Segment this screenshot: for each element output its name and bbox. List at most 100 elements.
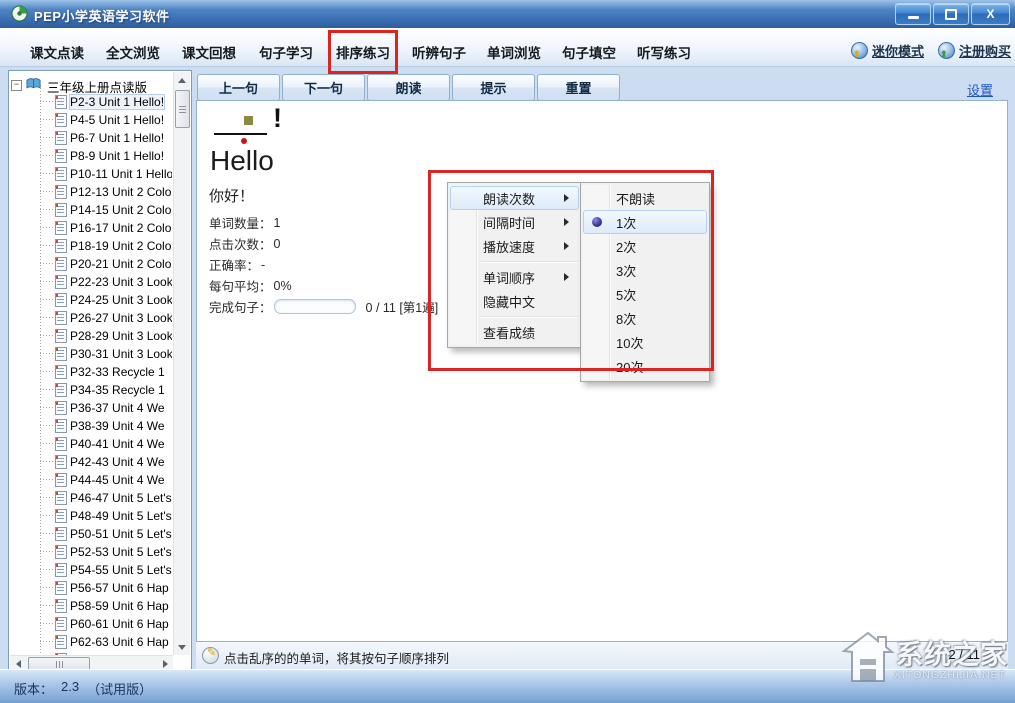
tree-stub-line: [40, 479, 53, 480]
stats-panel: 单词数量：1点击次数：0正确率：-每句平均：0%完成句子：0 / 11 [第1遍…: [209, 212, 438, 317]
sidebar-tree: − 三年级上册点读版 P2-3 Unit 1 Hello!P4-5 Unit 1…: [8, 70, 192, 674]
context-menu-item[interactable]: 朗读次数: [450, 186, 579, 210]
document-icon: [55, 509, 67, 523]
settings-link[interactable]: 设置: [967, 80, 993, 99]
sentence-punctuation: !: [273, 103, 282, 134]
version-label: 版本：: [14, 679, 53, 698]
tree-item[interactable]: P24-25 Unit 3 Look: [9, 291, 172, 308]
tree-item[interactable]: P56-57 Unit 6 Hap: [9, 579, 172, 596]
word-placeholder-square-icon[interactable]: [244, 116, 253, 125]
menu-right-item-1[interactable]: ⬆迷你模式: [851, 41, 924, 60]
tree-item[interactable]: P34-35 Recycle 1: [9, 381, 172, 398]
toolbar-button-4[interactable]: 提示: [452, 74, 535, 101]
context-menu-item[interactable]: 播放速度: [450, 234, 579, 258]
menu-right-item-2[interactable]: ⬆注册购买: [938, 41, 1011, 60]
tree-item[interactable]: P26-27 Unit 3 Look: [9, 309, 172, 326]
tree-stub-line: [40, 101, 53, 102]
tree-item[interactable]: P40-41 Unit 4 We: [9, 435, 172, 452]
scroll-up-button[interactable]: [174, 72, 190, 88]
tree-item[interactable]: P42-43 Unit 4 We: [9, 453, 172, 470]
document-icon: [55, 149, 67, 163]
stat-value: 1: [274, 216, 281, 230]
tree-item[interactable]: P50-51 Unit 5 Let's: [9, 525, 172, 542]
tree-item[interactable]: P10-11 Unit 1 Hello: [9, 165, 172, 182]
context-submenu-item[interactable]: 3次: [583, 258, 707, 282]
tree-stub-line: [40, 425, 53, 426]
context-submenu-item[interactable]: 10次: [583, 330, 707, 354]
context-menu-item[interactable]: 隐藏中文: [450, 289, 579, 313]
tree-item[interactable]: P2-3 Unit 1 Hello!: [9, 93, 172, 110]
tree-item-label: P16-17 Unit 2 Colo: [70, 221, 171, 235]
tree-item[interactable]: P44-45 Unit 4 We: [9, 471, 172, 488]
menu-item-5[interactable]: 排序练习: [336, 42, 390, 62]
translation-text: 你好！: [209, 185, 254, 206]
menu-item-1[interactable]: 课文点读: [30, 42, 84, 62]
context-submenu-item[interactable]: 20次: [583, 354, 707, 378]
tree-item[interactable]: P22-23 Unit 3 Look: [9, 273, 172, 290]
context-menu-item[interactable]: 单词顺序: [450, 265, 579, 289]
tree-item[interactable]: P32-33 Recycle 1: [9, 363, 172, 380]
status-bar: 点击乱序的的单词，将其按句子顺序排列 2 / 11: [196, 642, 1008, 670]
tree-item[interactable]: P30-31 Unit 3 Look: [9, 345, 172, 362]
tree-item-label: P12-13 Unit 2 Colo: [70, 185, 171, 199]
scroll-down-button[interactable]: [174, 639, 190, 655]
context-submenu-item[interactable]: 2次: [583, 234, 707, 258]
menu-right-label: 迷你模式: [872, 41, 924, 60]
tree-vertical-scrollbar[interactable]: [173, 72, 190, 655]
minimize-button[interactable]: [895, 3, 931, 25]
context-menu-item[interactable]: 间隔时间: [450, 210, 579, 234]
stat-row: 完成句子：0 / 11 [第1遍]: [209, 296, 438, 317]
close-button[interactable]: X: [971, 3, 1010, 25]
tree-item[interactable]: P36-37 Unit 4 We: [9, 399, 172, 416]
tree-item[interactable]: P58-59 Unit 6 Hap: [9, 597, 172, 614]
tree-item[interactable]: P38-39 Unit 4 We: [9, 417, 172, 434]
context-menu-item[interactable]: 查看成绩: [450, 320, 579, 344]
tree-stub-line: [40, 155, 53, 156]
tree-item[interactable]: P46-47 Unit 5 Let's: [9, 489, 172, 506]
menu-item-2[interactable]: 全文浏览: [106, 42, 160, 62]
tree-item[interactable]: P14-15 Unit 2 Colo: [9, 201, 172, 218]
tree-item-label: P36-37 Unit 4 We: [70, 401, 165, 415]
menu-item-6[interactable]: 听辨句子: [412, 42, 466, 62]
tree-item[interactable]: P18-19 Unit 2 Colo: [9, 237, 172, 254]
tree-item[interactable]: P28-29 Unit 3 Look: [9, 327, 172, 344]
tree-item[interactable]: P60-61 Unit 6 Hap: [9, 615, 172, 632]
bottom-bar: 版本： 2.3 （试用版）: [0, 669, 1015, 703]
maximize-button[interactable]: [933, 3, 969, 25]
menu-item-4[interactable]: 句子学习: [259, 42, 313, 62]
menu-item-3[interactable]: 课文回想: [182, 42, 236, 62]
menu-item-8[interactable]: 句子填空: [562, 42, 616, 62]
tree-item[interactable]: P54-55 Unit 5 Let's: [9, 561, 172, 578]
tree-item[interactable]: P52-53 Unit 5 Let's: [9, 543, 172, 560]
menu-item-7[interactable]: 单词浏览: [487, 42, 541, 62]
context-submenu-item[interactable]: 1次: [583, 210, 707, 234]
radio-bullet-icon: [592, 217, 602, 227]
context-submenu-item[interactable]: 5次: [583, 282, 707, 306]
toolbar-button-2[interactable]: 下一句: [282, 74, 365, 101]
tree-item[interactable]: P4-5 Unit 1 Hello!: [9, 111, 172, 128]
toolbar-button-3[interactable]: 朗读: [367, 74, 450, 101]
tree-item[interactable]: P16-17 Unit 2 Colo: [9, 219, 172, 236]
tree-item[interactable]: P62-63 Unit 6 Hap: [9, 633, 172, 650]
vertical-scroll-thumb[interactable]: [175, 90, 190, 128]
menu-item-label: 10次: [616, 333, 643, 352]
tree-item[interactable]: P20-21 Unit 2 Colo: [9, 255, 172, 272]
menu-item-label: 3次: [616, 261, 636, 280]
tree-item[interactable]: P6-7 Unit 1 Hello!: [9, 129, 172, 146]
tree-item[interactable]: P12-13 Unit 2 Colo: [9, 183, 172, 200]
menu-item-9[interactable]: 听写练习: [637, 42, 691, 62]
thumb-grip-icon: [56, 661, 63, 668]
tree-item[interactable]: P48-49 Unit 5 Let's: [9, 507, 172, 524]
tree-stub-line: [40, 299, 53, 300]
context-submenu-item[interactable]: 不朗读: [583, 186, 707, 210]
context-submenu-item[interactable]: 8次: [583, 306, 707, 330]
toolbar-button-1[interactable]: 上一句: [197, 74, 280, 101]
tree-stub-line: [40, 245, 53, 246]
tree-stub-line: [40, 227, 53, 228]
tree-item-label: P30-31 Unit 3 Look: [70, 347, 172, 361]
tree-item[interactable]: P8-9 Unit 1 Hello!: [9, 147, 172, 164]
tree-item-label: P40-41 Unit 4 We: [70, 437, 165, 451]
toolbar-button-5[interactable]: 重置: [537, 74, 620, 101]
tree-item-label: P48-49 Unit 5 Let's: [70, 509, 172, 523]
word-tile[interactable]: Hello: [210, 145, 274, 177]
